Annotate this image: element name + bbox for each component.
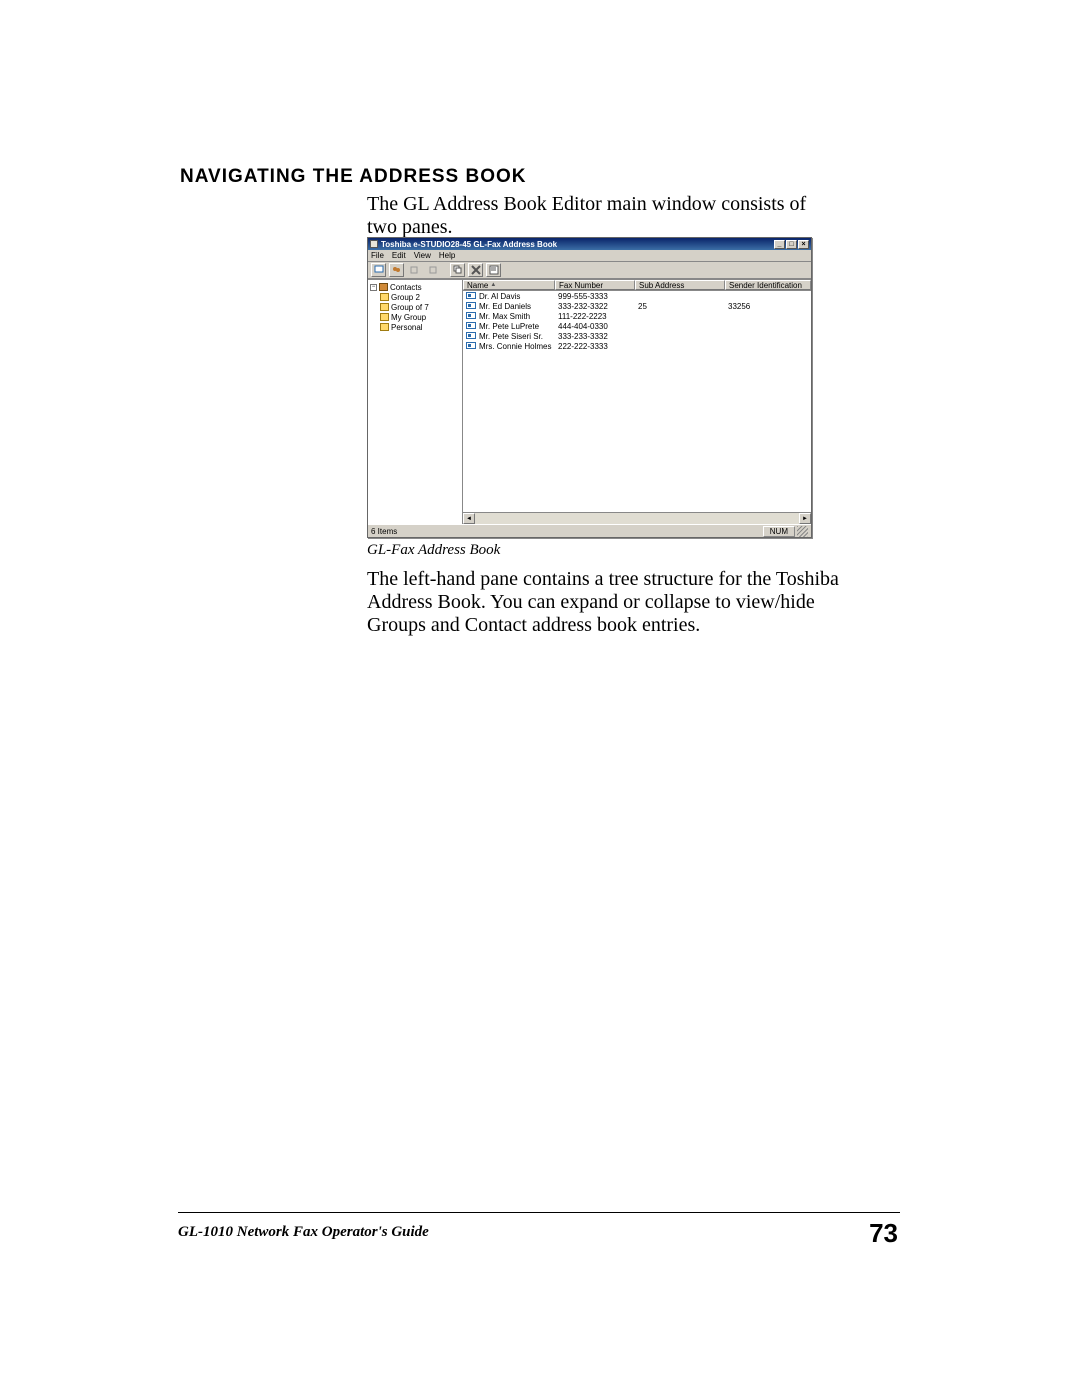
column-sender-id[interactable]: Sender Identification <box>725 280 811 290</box>
menu-edit[interactable]: Edit <box>392 251 406 260</box>
column-sub-address[interactable]: Sub Address <box>635 280 725 290</box>
table-row[interactable]: Mr. Max Smith 111-222-2223 <box>463 311 811 321</box>
horizontal-scrollbar[interactable]: ◄ ► <box>463 512 811 524</box>
table-row[interactable]: Mr. Ed Daniels 333-232-3322 25 33256 <box>463 301 811 311</box>
resize-grip-icon[interactable] <box>797 526 808 537</box>
window-titlebar[interactable]: Toshiba e-STUDIO28-45 GL-Fax Address Boo… <box>368 238 811 250</box>
scroll-track[interactable] <box>475 513 799 524</box>
tree-item[interactable]: Group of 7 <box>380 302 460 312</box>
figure-caption: GL-Fax Address Book <box>367 542 500 559</box>
tree-root[interactable]: − Contacts <box>370 282 460 292</box>
tree-item-label: Group 2 <box>391 293 420 302</box>
column-name[interactable]: Name▲ <box>463 280 555 290</box>
contact-card-icon <box>466 292 476 299</box>
toolbar <box>368 262 811 279</box>
contact-card-icon <box>466 342 476 349</box>
tree-item[interactable]: Group 2 <box>380 292 460 302</box>
contact-card-icon <box>466 302 476 309</box>
tree-item-label: Personal <box>391 323 423 332</box>
status-numlock: NUM <box>763 526 795 537</box>
tree-pane[interactable]: − Contacts Group 2 Group of 7 My G <box>368 280 463 524</box>
tree-item-label: My Group <box>391 313 426 322</box>
new-group-button[interactable] <box>389 263 404 277</box>
new-contact-button[interactable] <box>371 263 386 277</box>
list-header: Name▲ Fax Number Sub Address Sender Iden… <box>463 280 811 291</box>
scroll-left-button[interactable]: ◄ <box>463 513 475 524</box>
folder-icon <box>380 313 389 321</box>
status-item-count: 6 Items <box>371 527 397 536</box>
description-paragraph: The left-hand pane contains a tree struc… <box>367 568 857 637</box>
contact-card-icon <box>466 322 476 329</box>
contact-card-icon <box>466 332 476 339</box>
menu-bar: File Edit View Help <box>368 250 811 262</box>
close-button[interactable]: × <box>798 240 809 249</box>
tree-root-label: Contacts <box>390 283 422 292</box>
footer-rule <box>178 1212 900 1213</box>
tree-item[interactable]: Personal <box>380 322 460 332</box>
contacts-icon <box>379 283 388 291</box>
table-row[interactable]: Dr. Al Davis 999-555-3333 <box>463 291 811 301</box>
tree-item-label: Group of 7 <box>391 303 429 312</box>
status-bar: 6 Items NUM <box>368 524 811 537</box>
application-window: Toshiba e-STUDIO28-45 GL-Fax Address Boo… <box>367 237 812 538</box>
menu-help[interactable]: Help <box>439 251 455 260</box>
toolbar-button-4[interactable] <box>425 263 440 277</box>
folder-icon <box>380 293 389 301</box>
folder-icon <box>380 303 389 311</box>
table-row[interactable]: Mr. Pete Siseri Sr. 333-233-3332 <box>463 331 811 341</box>
maximize-button[interactable]: □ <box>786 240 797 249</box>
minimize-button[interactable]: _ <box>774 240 785 249</box>
table-row[interactable]: Mrs. Connie Holmes 222-222-3333 <box>463 341 811 351</box>
collapse-icon[interactable]: − <box>370 284 377 291</box>
window-title: Toshiba e-STUDIO28-45 GL-Fax Address Boo… <box>381 240 774 249</box>
footer-title: GL-1010 Network Fax Operator's Guide <box>178 1224 429 1241</box>
column-fax[interactable]: Fax Number <box>555 280 635 290</box>
sort-asc-icon: ▲ <box>490 282 496 288</box>
menu-file[interactable]: File <box>371 251 384 260</box>
folder-icon <box>380 323 389 331</box>
section-heading: Navigating the Address Book <box>180 166 527 188</box>
tree-item[interactable]: My Group <box>380 312 460 322</box>
list-body[interactable]: Dr. Al Davis 999-555-3333 Mr. Ed Daniels… <box>463 291 811 512</box>
table-row[interactable]: Mr. Pete LuPrete 444-404-0330 <box>463 321 811 331</box>
properties-button[interactable] <box>486 263 501 277</box>
menu-view[interactable]: View <box>414 251 431 260</box>
address-book-screenshot: Toshiba e-STUDIO28-45 GL-Fax Address Boo… <box>367 237 812 538</box>
contact-card-icon <box>466 312 476 319</box>
page-number: 73 <box>869 1218 898 1249</box>
scroll-right-button[interactable]: ► <box>799 513 811 524</box>
app-icon <box>370 240 378 248</box>
toolbar-button-5[interactable] <box>450 263 465 277</box>
delete-button[interactable] <box>468 263 483 277</box>
toolbar-button-3[interactable] <box>407 263 422 277</box>
list-pane: Name▲ Fax Number Sub Address Sender Iden… <box>463 280 811 524</box>
intro-paragraph: The GL Address Book Editor main window c… <box>367 193 837 239</box>
